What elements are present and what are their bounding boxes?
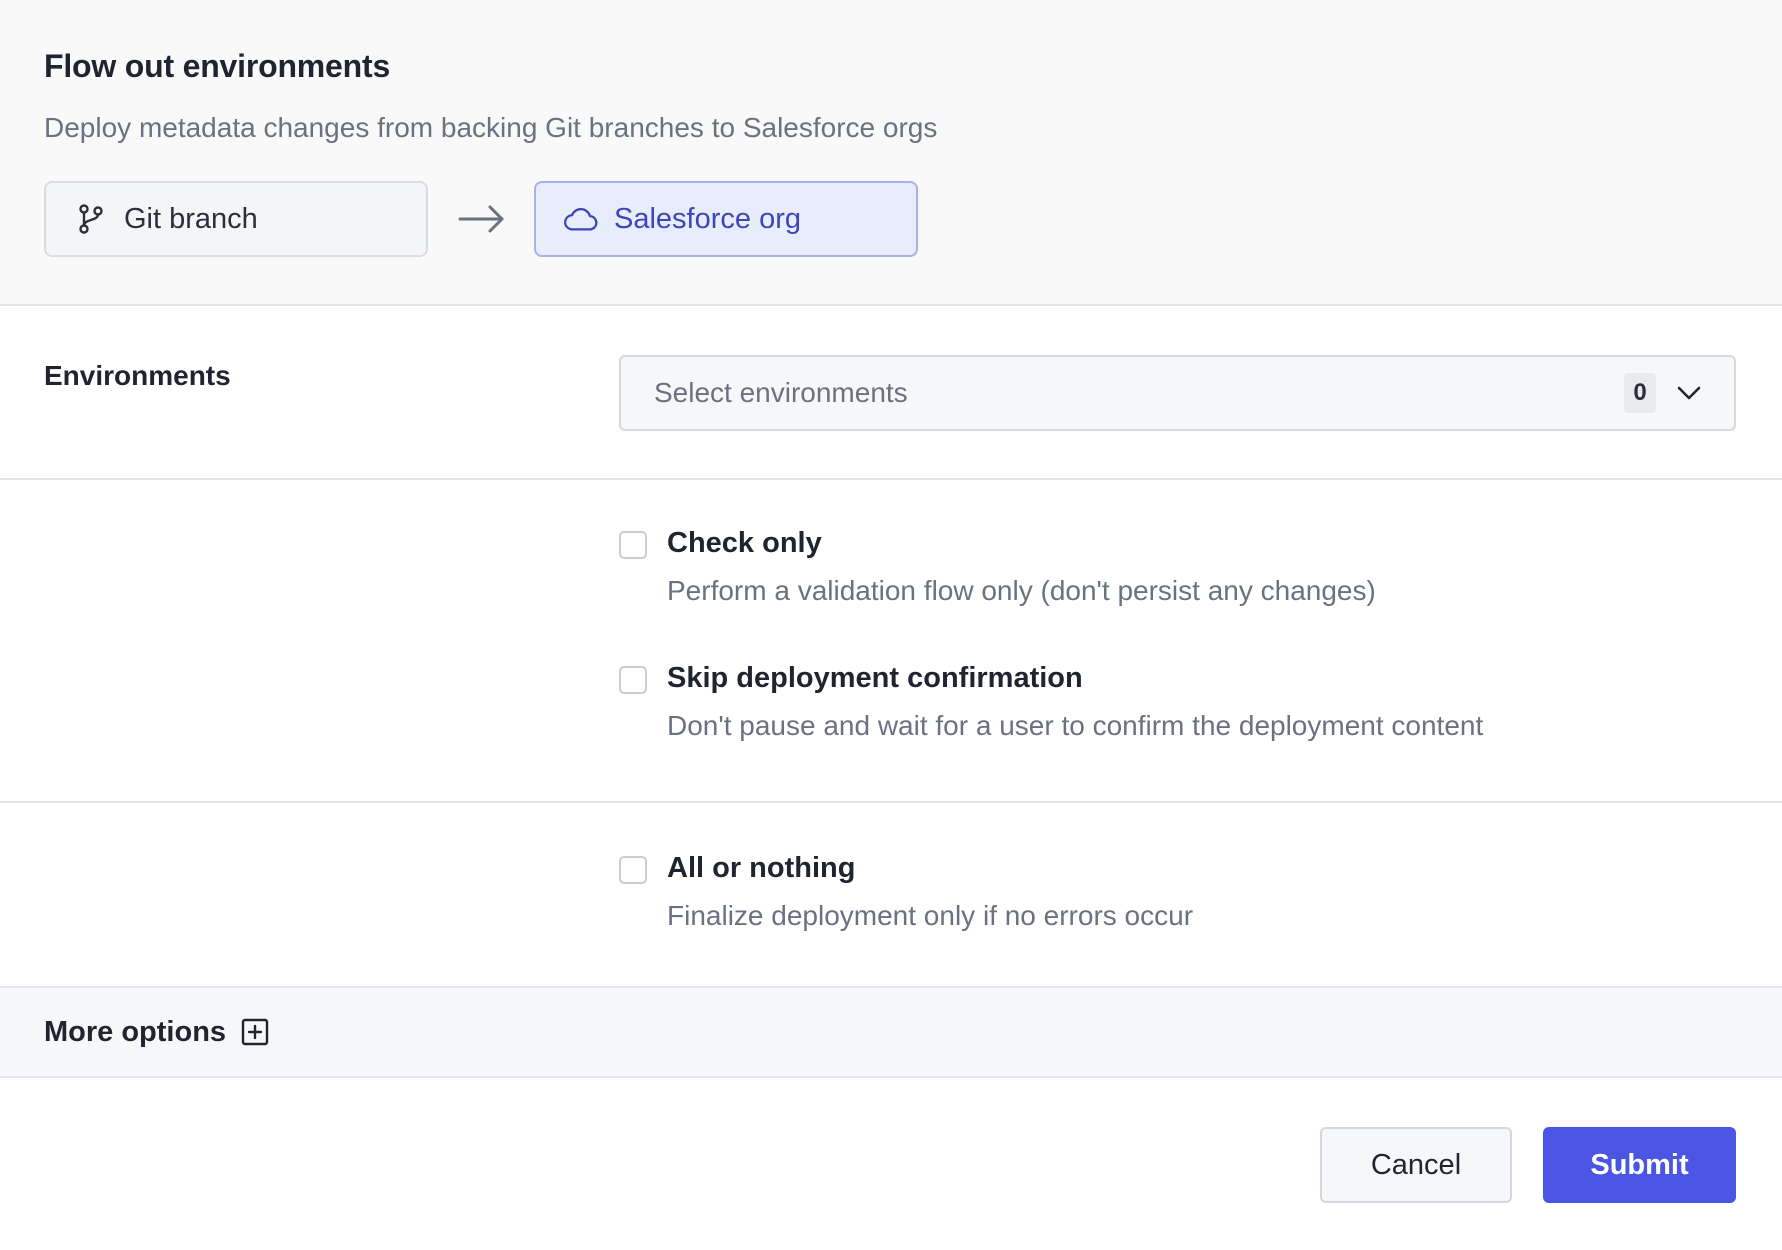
check-only-checkbox[interactable]	[619, 531, 647, 559]
flow-header: Flow out environments Deploy metadata ch…	[0, 0, 1782, 306]
transaction-options-section: All or nothing Finalize deployment only …	[0, 803, 1782, 988]
cancel-button[interactable]: Cancel	[1320, 1127, 1512, 1203]
environments-label: Environments	[44, 360, 231, 391]
git-branch-icon	[74, 202, 108, 236]
flow-target-label: Salesforce org	[614, 202, 801, 235]
option-label: All or nothing	[667, 852, 856, 884]
option-description: Finalize deployment only if no errors oc…	[667, 900, 1194, 931]
flow-source-label: Git branch	[124, 202, 258, 235]
option-label: Check only	[667, 527, 822, 559]
environments-section: Environments Select environments 0	[0, 306, 1782, 480]
environments-placeholder: Select environments	[654, 377, 908, 408]
all-or-nothing-checkbox[interactable]	[619, 856, 647, 884]
more-options-toggle[interactable]: More options	[0, 988, 1782, 1078]
arrow-right-icon	[458, 200, 506, 238]
option-label: Skip deployment confirmation	[667, 662, 1083, 694]
selected-count-badge: 0	[1624, 373, 1656, 413]
chevron-down-icon[interactable]	[1674, 378, 1704, 408]
cloud-icon	[564, 202, 598, 236]
flow-source-git-branch: Git branch	[44, 181, 428, 257]
option-description: Don't pause and wait for a user to confi…	[667, 710, 1484, 741]
plus-square-icon[interactable]	[241, 1018, 269, 1046]
environments-select[interactable]: Select environments 0	[619, 355, 1736, 431]
deployment-options-section: Check only Perform a validation flow onl…	[0, 480, 1782, 803]
option-description: Perform a validation flow only (don't pe…	[667, 575, 1376, 606]
page-subtitle: Deploy metadata changes from backing Git…	[44, 112, 938, 143]
flow-target-salesforce-org: Salesforce org	[534, 181, 918, 257]
submit-button[interactable]: Submit	[1543, 1127, 1736, 1203]
skip-confirmation-checkbox[interactable]	[619, 666, 647, 694]
more-options-label[interactable]: More options	[44, 1016, 226, 1049]
page-title: Flow out environments	[44, 48, 391, 84]
